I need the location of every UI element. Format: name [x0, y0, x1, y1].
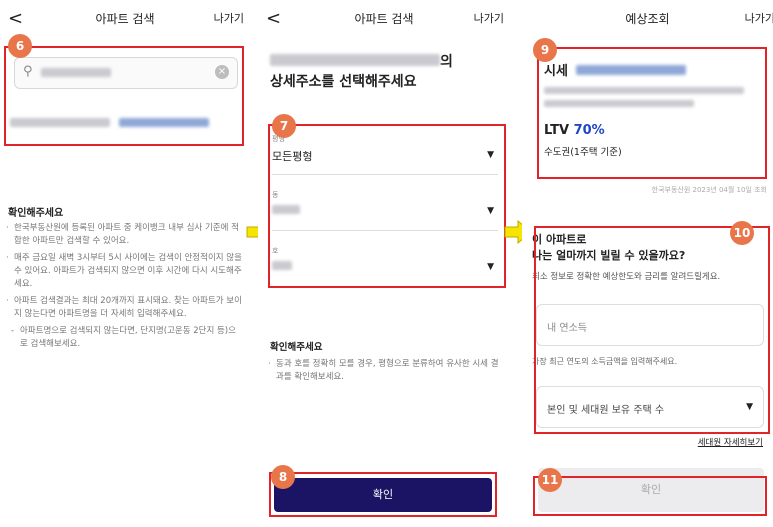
page-title: 아파트 검색: [354, 12, 414, 26]
highlight-box-7: [268, 124, 506, 288]
step-badge-8: 8: [271, 465, 295, 489]
highlight-box-8: [269, 472, 497, 517]
header: < 아파트 검색 나가기: [0, 0, 250, 38]
household-detail-link[interactable]: 세대원 자세히보기: [698, 436, 763, 448]
notice-title: 확인해주세요: [270, 342, 323, 353]
notice-item: 매주 금요일 새벽 3시부터 5시 사이에는 검색이 안정적이지 않을 수 있어…: [6, 252, 242, 291]
highlight-box-11: [533, 476, 767, 516]
notice-item: 아파트 검색결과는 최대 20개까지 표시돼요. 찾는 아파트가 보이지 않는다…: [6, 295, 242, 321]
exit-button[interactable]: 나가기: [474, 10, 504, 26]
address-detail-screen: < 아파트 검색 나가기 의 상세주소를 선택해주세요 평형 모든평형 ▼ 동 …: [258, 0, 510, 527]
step-badge-9: 9: [533, 38, 557, 62]
estimate-screen: 예상조회 나가기 시세 LTV 70% 수도권(1주택 기준) 9 한국부동산원…: [522, 0, 773, 527]
page-title: 아파트 검색: [95, 12, 155, 26]
exit-button[interactable]: 나가기: [745, 10, 773, 26]
header: 예상조회 나가기: [522, 0, 773, 38]
step-badge-7: 7: [272, 114, 296, 138]
exit-button[interactable]: 나가기: [214, 10, 244, 26]
step-badge-11: 11: [538, 468, 562, 492]
notice-subitem: 아파트명으로 검색되지 않는다면, 단지명(고운동 2단지 등)으로 검색해보세…: [6, 325, 242, 351]
step-badge-10: 10: [730, 221, 754, 245]
step-badge-6: 6: [8, 34, 32, 58]
notice-list: 한국부동산원에 등록된 아파트 중 케이뱅크 내부 심사 기준에 적합한 아파트…: [6, 222, 242, 355]
highlight-box-10: [534, 226, 770, 434]
source-note: 한국부동산원 2023년 04월 10일 조회: [651, 186, 767, 194]
notice-item: 한국부동산원에 등록된 아파트 중 케이뱅크 내부 심사 기준에 적합한 아파트…: [6, 222, 242, 248]
notice-title: 확인해주세요: [8, 208, 64, 219]
highlight-box-6: [4, 46, 244, 146]
highlight-box-9: [537, 47, 767, 179]
apartment-search-screen: < 아파트 검색 나가기 ⚲ × 6 확인해주세요 한국부동산원에 등록된 아파…: [0, 0, 250, 527]
notice-list: 동과 호를 정확히 모를 경우, 평형으로 분류하여 유사한 시세 결과를 확인…: [268, 358, 500, 388]
apartment-name-redacted: [270, 54, 440, 66]
heading: 의 상세주소를 선택해주세요: [270, 54, 453, 90]
header: < 아파트 검색 나가기: [258, 0, 510, 38]
notice-item: 동과 호를 정확히 모를 경우, 평형으로 분류하여 유사한 시세 결과를 확인…: [268, 358, 500, 384]
page-title: 예상조회: [625, 12, 670, 26]
